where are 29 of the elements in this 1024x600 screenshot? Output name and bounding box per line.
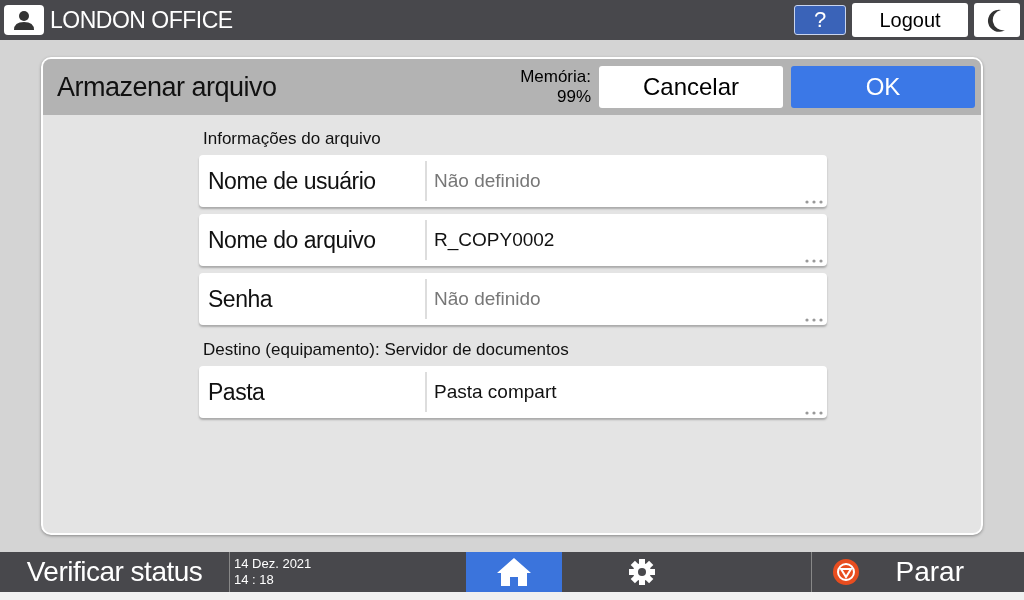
- setting-row[interactable]: Nome de usuário Não definido: [199, 155, 827, 207]
- moon-icon: [987, 8, 1007, 32]
- memory-value: 99%: [555, 87, 591, 107]
- check-status-button[interactable]: Verificar status: [0, 552, 230, 592]
- setting-row[interactable]: Nome do arquivo R_COPY0002: [199, 214, 827, 266]
- ok-button[interactable]: OK: [791, 66, 975, 108]
- help-button[interactable]: ?: [794, 5, 846, 35]
- more-icon: [805, 259, 823, 263]
- settings-icon: [628, 558, 656, 586]
- setting-row[interactable]: Senha Não definido: [199, 273, 827, 325]
- setting-row[interactable]: Pasta Pasta compart: [199, 366, 827, 418]
- more-icon: [805, 200, 823, 204]
- cancel-button[interactable]: Cancelar: [599, 66, 783, 108]
- home-button[interactable]: [466, 552, 562, 592]
- more-icon: [805, 318, 823, 322]
- time-text: 14 : 18: [234, 572, 275, 588]
- section-heading: Informações do arquivo: [203, 129, 382, 149]
- energy-saver-button[interactable]: [974, 3, 1020, 37]
- more-icon: [805, 411, 823, 415]
- home-icon: [495, 556, 533, 588]
- memory-label: Memória:: [520, 67, 591, 87]
- logout-button[interactable]: Logout: [852, 3, 968, 37]
- date-text: 14 Dez. 2021: [234, 556, 313, 572]
- user-icon: [4, 5, 44, 35]
- dialog-title: Armazenar arquivo: [57, 71, 278, 103]
- section-heading: Destino (equipamento): Servidor de documentos: [203, 340, 570, 360]
- user-name: LONDON OFFICE: [50, 6, 234, 34]
- stop-button[interactable]: Parar: [812, 552, 1024, 592]
- stop-icon: [832, 558, 860, 586]
